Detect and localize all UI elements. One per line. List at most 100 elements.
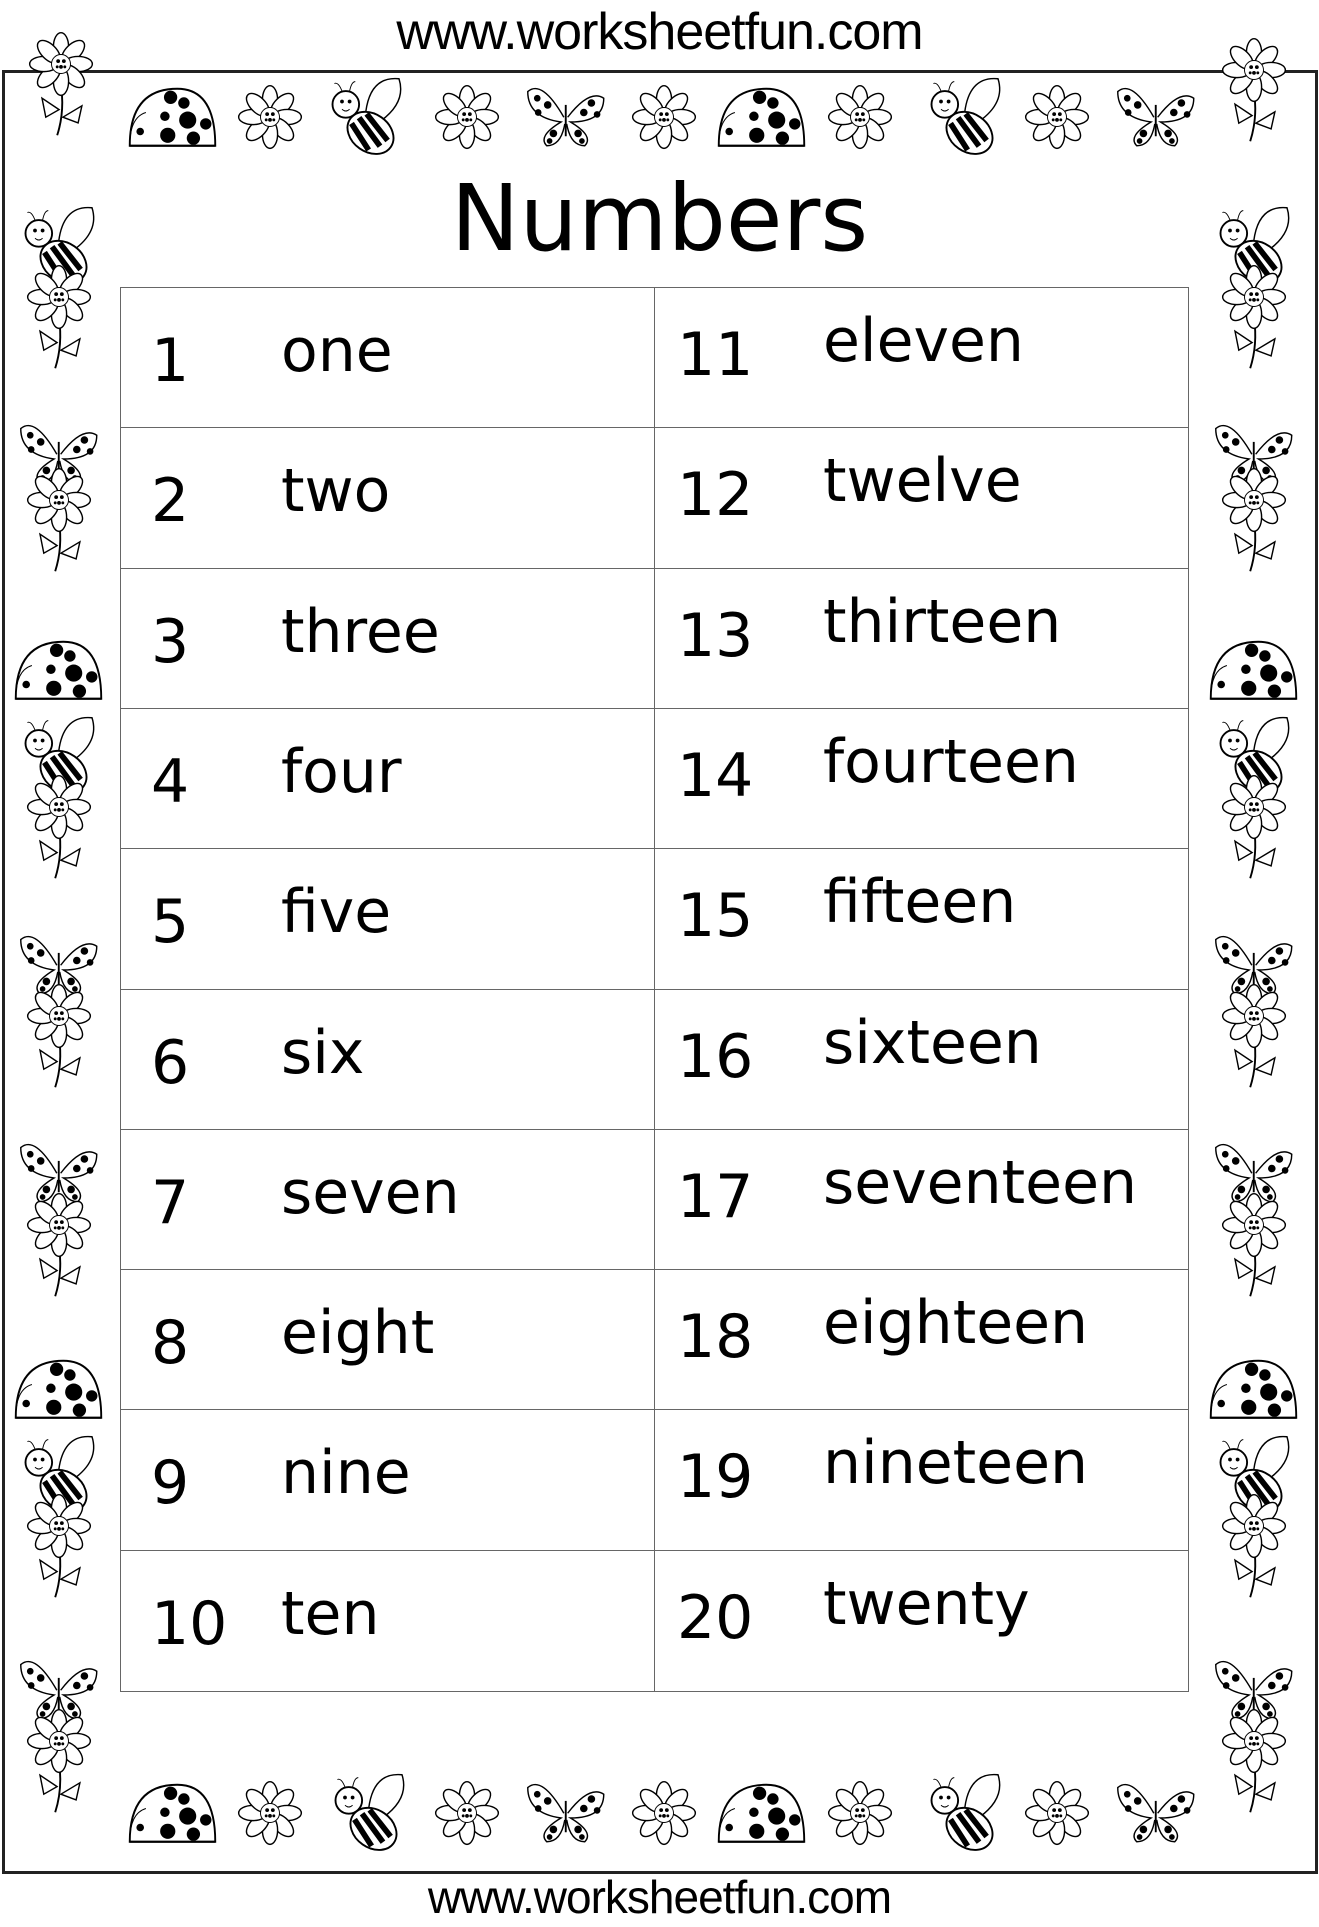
flower-icon [822, 79, 898, 159]
number-word: five [281, 877, 392, 948]
numeral: 15 [677, 881, 754, 952]
ladybug-icon [11, 1356, 106, 1427]
number-row-cell: 13 thirteen [655, 569, 1188, 709]
flower-icon [232, 1775, 308, 1855]
flower-icon [21, 259, 97, 377]
number-row-cell: 8 eight [121, 1270, 655, 1411]
numeral: 10 [151, 1588, 228, 1659]
butterfly-icon [1113, 1780, 1199, 1851]
header-url: www.worksheetfun.com [396, 3, 923, 61]
flower-icon [1216, 32, 1292, 150]
flower-icon [1216, 1488, 1292, 1606]
number-row-cell: 11 eleven [655, 288, 1188, 429]
number-word: nine [281, 1438, 411, 1509]
number-row-cell: 9 nine [121, 1410, 655, 1551]
bee-icon [922, 1770, 1008, 1860]
flower-icon [429, 79, 505, 159]
ladybug-icon [11, 637, 106, 708]
number-word: ten [281, 1578, 380, 1649]
number-row-cell: 20 twenty [655, 1551, 1188, 1691]
ladybug-icon [1206, 637, 1301, 708]
number-word: seven [281, 1157, 460, 1228]
number-row-cell: 3 three [121, 568, 655, 709]
ladybug-icon [125, 1780, 220, 1851]
numeral: 19 [677, 1442, 754, 1513]
bee-icon [922, 74, 1008, 164]
flower-icon [21, 978, 97, 1096]
number-row-cell: 1 one [121, 288, 655, 429]
numeral: 13 [677, 600, 754, 671]
number-word: fourteen [823, 726, 1079, 797]
ladybug-icon [125, 84, 220, 155]
flower-icon [1216, 1703, 1292, 1821]
number-row-cell: 17 seventeen [655, 1130, 1188, 1271]
flower-icon [21, 1488, 97, 1606]
number-word: twelve [823, 446, 1022, 517]
number-word: one [281, 316, 393, 386]
flower-icon [822, 1775, 898, 1855]
number-word: eleven [823, 306, 1024, 376]
flower-icon [1216, 259, 1292, 377]
bee-icon [323, 74, 409, 164]
number-word: thirteen [823, 586, 1062, 657]
numeral: 16 [677, 1021, 754, 1092]
numeral: 1 [151, 326, 190, 396]
flower-icon [21, 1187, 97, 1305]
number-row-cell: 15 fifteen [655, 849, 1188, 990]
flower-icon [23, 26, 99, 144]
number-row-cell: 5 five [121, 849, 655, 990]
flower-icon [626, 1775, 702, 1855]
numeral: 5 [151, 887, 190, 958]
flower-icon [1216, 769, 1292, 887]
number-word: sixteen [823, 1007, 1042, 1078]
ladybug-icon [714, 84, 809, 155]
number-word: four [281, 736, 402, 807]
numbers-table: 1 one 11 eleven 2 two 12 twelve 3 three 13 thirteen… [120, 287, 1189, 1692]
numeral: 2 [151, 466, 190, 537]
ladybug-icon [714, 1780, 809, 1851]
flower-icon [1216, 462, 1292, 580]
flower-icon [1216, 978, 1292, 1096]
number-row-cell: 6 six [121, 989, 655, 1130]
number-row-cell: 4 four [121, 708, 655, 850]
numeral: 17 [677, 1161, 754, 1232]
flower-icon [1216, 1187, 1292, 1305]
numeral: 20 [677, 1582, 754, 1653]
number-word: eighteen [823, 1288, 1089, 1359]
number-word: six [281, 1017, 365, 1088]
numeral: 6 [151, 1027, 190, 1098]
number-word: seventeen [823, 1147, 1138, 1218]
number-word: eight [281, 1298, 435, 1369]
number-row-cell: 2 two [121, 428, 655, 569]
flower-icon [626, 79, 702, 159]
number-word: twenty [823, 1568, 1030, 1639]
number-row-cell: 10 ten [121, 1550, 655, 1691]
butterfly-icon [1113, 84, 1199, 155]
numeral: 18 [677, 1302, 754, 1373]
number-word: two [281, 456, 391, 527]
numeral: 9 [151, 1448, 190, 1519]
numeral: 4 [151, 746, 190, 817]
butterfly-icon [523, 1780, 609, 1851]
number-word: fifteen [823, 867, 1017, 938]
numeral: 7 [151, 1167, 190, 1238]
flower-icon [232, 79, 308, 159]
number-row-cell: 14 fourteen [655, 709, 1188, 850]
flower-icon [1019, 1775, 1095, 1855]
page-title: Numbers [450, 165, 869, 272]
flower-icon [429, 1775, 505, 1855]
flower-icon [21, 769, 97, 887]
butterfly-icon [523, 84, 609, 155]
ladybug-icon [1206, 1356, 1301, 1427]
number-word: three [281, 596, 440, 667]
numeral: 11 [677, 320, 754, 390]
numeral: 12 [677, 460, 754, 531]
number-row-cell: 12 twelve [655, 428, 1188, 569]
numeral: 3 [151, 606, 190, 677]
number-word: nineteen [823, 1428, 1089, 1499]
flower-icon [21, 1703, 97, 1821]
numeral: 8 [151, 1308, 190, 1379]
number-row-cell: 18 eighteen [655, 1270, 1188, 1411]
number-row-cell: 16 sixteen [655, 990, 1188, 1130]
flower-icon [1019, 79, 1095, 159]
